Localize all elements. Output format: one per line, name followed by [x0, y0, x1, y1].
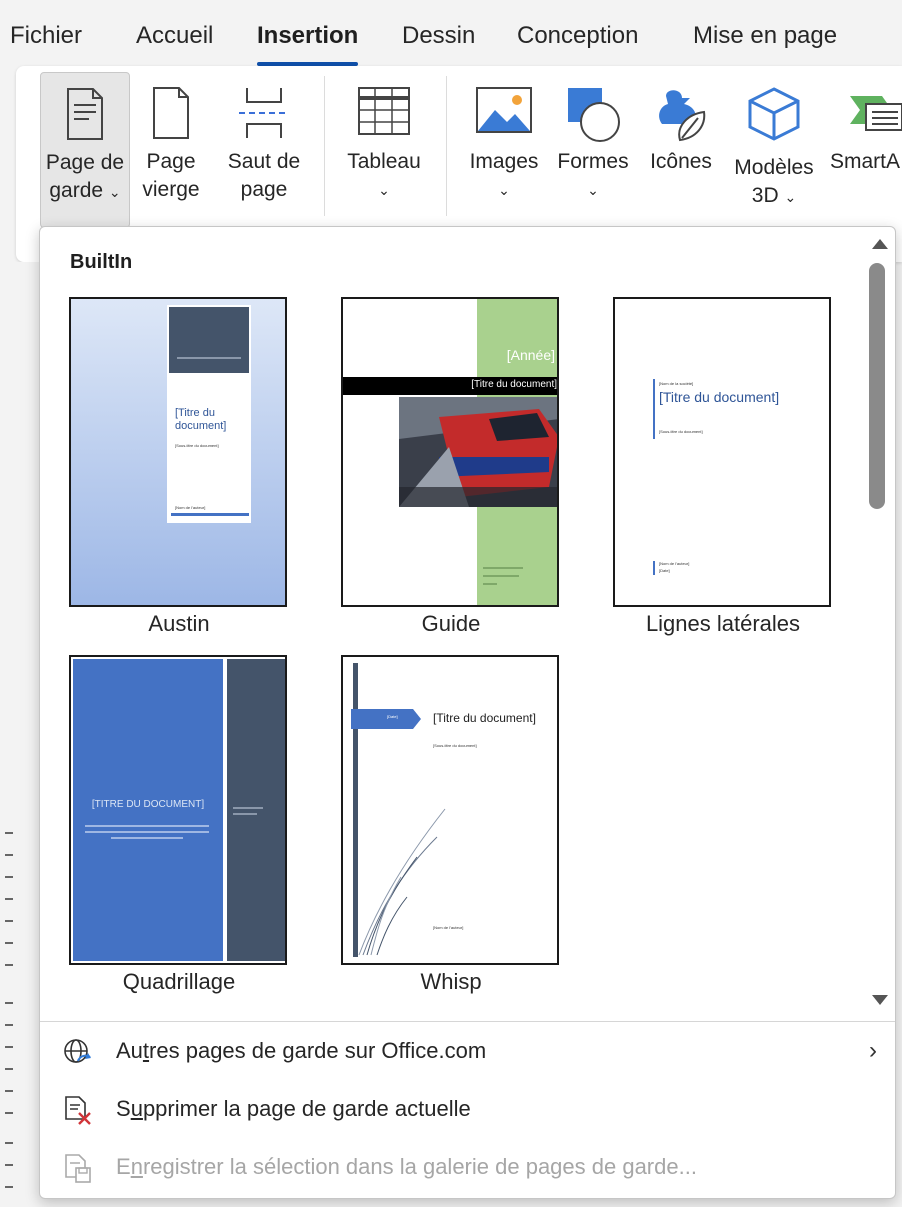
tab-mise-en-page[interactable]: Mise en page — [693, 22, 837, 50]
ribbon-tab-bar: Fichier Accueil Insertion Dessin Concept… — [0, 0, 902, 66]
save-selection-to-gallery: Enregistrer la sélection dans la galerie… — [40, 1141, 895, 1197]
more-cover-pages-office-com[interactable]: Autres pages de garde sur Office.com › — [40, 1025, 895, 1081]
thumb-title: [Titre du document] — [175, 407, 227, 432]
smartart-button[interactable]: SmartA — [818, 72, 902, 228]
chevron-down-icon: ⌄ — [587, 182, 599, 198]
remove-current-cover-page[interactable]: Supprimer la page de garde actuelle — [40, 1083, 895, 1139]
thumb-title: [TITRE DU DOCUMENT] — [91, 799, 205, 810]
scroll-up-icon[interactable] — [872, 239, 888, 249]
cover-page-gallery: BuiltIn [Titre du document] [Sous-titre … — [39, 226, 896, 1199]
tab-insertion[interactable]: Insertion — [257, 22, 359, 66]
menu-item-label: Supprimer la page de garde actuelle — [116, 1096, 471, 1121]
ribbon-separator — [324, 76, 325, 216]
cover-thumbnail: [Titre du document] [Sous-titre du docum… — [69, 297, 287, 607]
page-break-icon — [239, 88, 289, 138]
menu-item-label: Autres pages de garde sur Office.com — [116, 1038, 487, 1063]
chevron-down-icon: ⌄ — [108, 184, 121, 200]
vertical-ruler — [0, 262, 40, 1207]
formes-button[interactable]: Formes ⌄ — [550, 72, 636, 228]
tab-conception[interactable]: Conception — [517, 22, 638, 50]
cover-caption: Quadrillage — [122, 969, 236, 994]
table-icon — [358, 87, 410, 135]
page-de-garde-button[interactable]: Page de garde ⌄ — [40, 72, 130, 228]
blank-page-icon — [153, 87, 189, 139]
tab-accueil[interactable]: Accueil — [136, 22, 213, 50]
train-photo — [399, 397, 557, 507]
icons-icon — [659, 90, 706, 142]
saut-de-page-button[interactable]: Saut de page — [214, 72, 314, 228]
cover-thumbnail: [TITRE DU DOCUMENT] — [69, 655, 287, 965]
whisp-lines — [358, 808, 446, 956]
date-banner-shape — [351, 709, 421, 729]
image-icon — [476, 87, 532, 133]
save-to-gallery-icon — [65, 1154, 91, 1183]
cover-caption: Austin — [148, 611, 210, 636]
gallery-section-title: BuiltIn — [70, 251, 133, 273]
icones-button[interactable]: Icônes — [638, 72, 724, 228]
thumb-date: [Date] — [387, 714, 398, 719]
scrollbar-thumb[interactable] — [869, 263, 885, 509]
chevron-down-icon: ⌄ — [784, 189, 797, 205]
remove-page-icon — [65, 1096, 91, 1125]
thumb-title: [Titre du document] — [433, 711, 536, 725]
scroll-down-icon[interactable] — [872, 995, 888, 1005]
thumb-subtitle: [Sous-titre du document] — [659, 429, 703, 434]
menu-item-label: Enregistrer la sélection dans la galerie… — [116, 1154, 697, 1179]
cover-caption: Guide — [421, 611, 481, 636]
images-button[interactable]: Images ⌄ — [460, 72, 548, 228]
tableau-button[interactable]: Tableau ⌄ — [334, 72, 434, 228]
page-vierge-button[interactable]: Page vierge — [136, 72, 206, 228]
thumb-title: [Titre du document] — [471, 379, 557, 390]
chevron-right-icon: › — [869, 1037, 877, 1064]
thumb-author: [Nom de l'auteur] — [175, 505, 206, 510]
gallery-scrollbar[interactable] — [865, 227, 895, 1017]
thumb-author: [Nom de l'auteur] — [433, 925, 464, 930]
tab-fichier[interactable]: Fichier — [10, 22, 82, 50]
chevron-down-icon: ⌄ — [378, 182, 390, 198]
thumb-title: [Titre du document] — [659, 389, 780, 405]
thumb-subtitle: [Sous-titre du document] — [175, 443, 219, 448]
thumb-company: [Nom de la société] — [659, 381, 694, 386]
menu-separator — [40, 1021, 895, 1022]
tab-dessin[interactable]: Dessin — [402, 22, 475, 50]
chevron-down-icon: ⌄ — [498, 182, 510, 198]
smartart-icon — [850, 96, 902, 131]
thumb-year: [Année] — [506, 347, 555, 363]
shapes-icon — [568, 88, 620, 142]
cover-caption: Lignes latérales — [645, 611, 801, 636]
cover-thumbnail: [Année] [Titre du document] — [341, 297, 559, 607]
cover-thumbnail: [Nom de la société] [Titre du document] … — [613, 297, 831, 607]
modeles-3d-button[interactable]: Modèles 3D ⌄ — [726, 72, 822, 228]
ribbon-separator — [446, 76, 447, 216]
cover-page-icon — [67, 88, 103, 140]
cube-3d-icon — [748, 87, 800, 141]
thumb-date: [Date] — [659, 568, 670, 573]
thumb-author: [Nom de l'auteur] — [659, 561, 690, 566]
globe-refresh-icon — [64, 1039, 91, 1063]
thumb-subtitle: [Sous-titre du document] — [433, 743, 477, 748]
cover-thumbnail: [Date] [Titre du document] [Sous-titre d… — [341, 655, 559, 965]
cover-caption: Whisp — [420, 969, 482, 994]
